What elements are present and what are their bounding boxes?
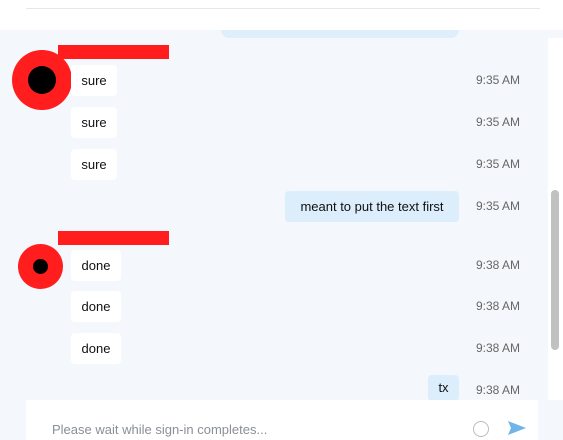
message-timestamp-4: 9:35 AM [476,199,521,213]
message-timestamp-3: 9:35 AM [476,157,521,171]
message-bubble-7[interactable]: done [71,333,121,364]
message-timestamp-2: 9:35 AM [476,115,521,129]
message-bubble-5[interactable]: done [71,250,121,281]
message-bubble-3[interactable]: sure [71,149,117,180]
chat-header-area [0,0,563,30]
redacted-sender-name [58,231,169,245]
message-bubble-4[interactable]: meant to put the text first [285,191,459,222]
message-timestamp-6: 9:38 AM [476,299,521,313]
message-bubble-2[interactable]: sure [71,107,117,138]
message-composer[interactable]: Please wait while sign-in completes... [26,400,538,440]
emoji-icon[interactable] [473,421,489,437]
message-timestamp-5: 9:38 AM [476,258,521,272]
message-bubble-6[interactable]: done [71,291,121,322]
avatar-center [33,259,48,274]
avatar[interactable] [18,244,63,289]
previous-message-bubble [221,30,459,38]
message-timestamp-7: 9:38 AM [476,341,521,355]
send-icon[interactable] [507,420,527,436]
divider [26,8,540,9]
redacted-sender-name [58,45,169,59]
message-timestamp-8: 9:38 AM [476,383,521,397]
message-bubble-8[interactable]: tx [428,375,459,401]
avatar[interactable] [12,50,72,110]
chat-panel: sure 9:35 AM sure 9:35 AM sure 9:35 AM m… [0,0,563,440]
scrollbar-thumb[interactable] [551,190,559,350]
avatar-center [28,66,56,94]
message-timestamp-1: 9:35 AM [476,73,521,87]
message-bubble-1[interactable]: sure [71,65,117,96]
